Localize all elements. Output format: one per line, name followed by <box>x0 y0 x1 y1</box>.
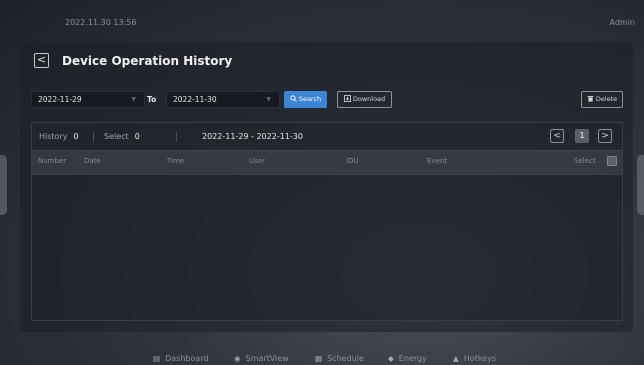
back-button[interactable]: < <box>34 53 49 68</box>
bottom-nav: ▤ Dashboard ◉ SmartView ▦ Schedule ◆ Energy … <box>0 347 644 365</box>
end-date-value: 2022-11-30 <box>173 95 217 104</box>
summary-divider <box>93 132 94 142</box>
column-user: User <box>249 157 265 165</box>
to-label: To <box>147 95 157 104</box>
delete-button-label: Delete <box>595 95 618 103</box>
end-date-select[interactable]: 2022-11-30 ▼ <box>166 91 280 108</box>
column-select: Select <box>574 157 596 165</box>
history-count-value: 0 <box>73 132 79 141</box>
dashboard-icon: ▤ <box>153 354 161 363</box>
search-icon <box>290 95 297 102</box>
nav-energy-label: Energy <box>398 354 427 363</box>
table-summary-bar: History 0 Select 0 2022-11-29 - 2022-11-30… <box>32 123 622 151</box>
nav-dashboard-label: Dashboard <box>165 354 209 363</box>
nav-energy[interactable]: ◆ Energy <box>388 354 427 363</box>
current-page[interactable]: 1 <box>575 129 589 143</box>
delete-button[interactable]: Delete <box>581 91 623 108</box>
nav-schedule-label: Schedule <box>327 354 364 363</box>
summary-divider <box>176 132 177 142</box>
nav-dashboard[interactable]: ▤ Dashboard <box>153 354 209 363</box>
chevron-right-icon: > <box>601 131 609 141</box>
column-number: Number <box>38 157 67 165</box>
chevron-down-icon: ▼ <box>131 96 136 103</box>
start-date-select[interactable]: 2022-11-29 ▼ <box>31 91 145 108</box>
user-label[interactable]: Admin <box>610 18 636 27</box>
history-label: History <box>39 132 68 141</box>
column-idu: IDU <box>346 157 359 165</box>
status-bar: 2022.11.30 13:56 Admin <box>0 0 644 30</box>
left-drawer-handle[interactable] <box>0 155 7 215</box>
right-drawer-handle[interactable] <box>637 155 644 215</box>
trash-icon <box>587 96 594 102</box>
smartview-icon: ◉ <box>234 354 241 363</box>
table-header: Number Date Time User IDU Event Select <box>32 150 622 175</box>
nav-schedule[interactable]: ▦ Schedule <box>315 354 364 363</box>
nav-hotkeys[interactable]: ▲ Hotkeys <box>453 354 496 363</box>
search-button[interactable]: Search <box>284 91 327 108</box>
prev-page-button[interactable]: < <box>550 129 564 143</box>
download-button[interactable]: Download <box>337 91 392 108</box>
column-time: Time <box>167 157 185 165</box>
search-button-label: Search <box>298 95 322 103</box>
download-icon <box>343 95 351 102</box>
status-datetime: 2022.11.30 13:56 <box>65 18 137 27</box>
date-range: 2022-11-29 - 2022-11-30 <box>202 132 303 141</box>
chevron-left-icon: < <box>553 131 561 141</box>
column-event: Event <box>427 157 448 165</box>
start-date-value: 2022-11-29 <box>38 95 82 104</box>
history-panel: < Device Operation History 2022-11-29 ▼ … <box>20 42 633 332</box>
nav-smartview-label: SmartView <box>245 354 289 363</box>
select-count-value: 0 <box>134 132 140 141</box>
select-label: Select <box>104 132 129 141</box>
select-all-checkbox[interactable] <box>607 156 617 166</box>
history-table: History 0 Select 0 2022-11-29 - 2022-11-30… <box>31 122 623 321</box>
page-title: Device Operation History <box>62 54 233 68</box>
chevron-down-icon: ▼ <box>266 96 271 103</box>
energy-icon: ◆ <box>388 354 394 363</box>
nav-smartview[interactable]: ◉ SmartView <box>234 354 289 363</box>
schedule-icon: ▦ <box>315 354 323 363</box>
next-page-button[interactable]: > <box>598 129 612 143</box>
nav-hotkeys-label: Hotkeys <box>463 354 496 363</box>
column-date: Date <box>84 157 101 165</box>
select-count: Select 0 <box>104 132 140 141</box>
chevron-left-icon: < <box>36 53 47 66</box>
history-count: History 0 <box>39 132 79 141</box>
download-button-label: Download <box>352 95 386 103</box>
hotkeys-icon: ▲ <box>453 354 459 363</box>
